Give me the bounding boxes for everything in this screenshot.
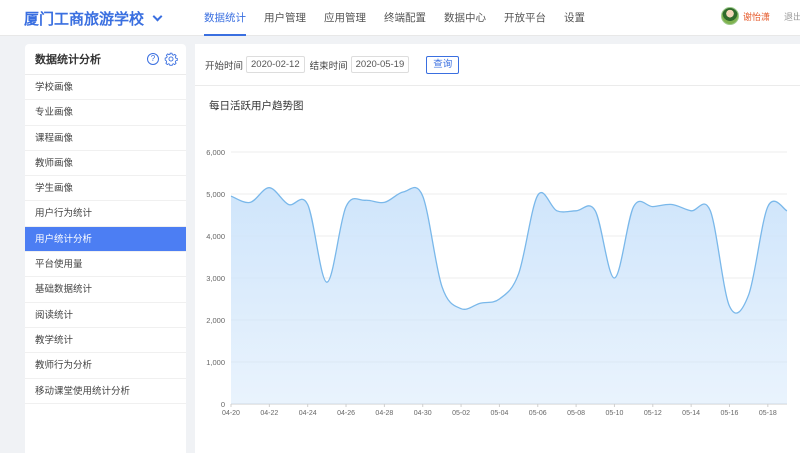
y-tick-label: 2,000	[206, 316, 225, 325]
x-tick-label: 04-30	[414, 410, 432, 417]
x-tick-label: 05-04	[490, 410, 508, 417]
sidebar-item-3[interactable]: 教师画像	[25, 151, 186, 177]
x-tick-label: 05-12	[644, 410, 662, 417]
sidebar-item-4[interactable]: 学生画像	[25, 176, 186, 202]
sidebar-item-6[interactable]: 用户统计分析	[25, 226, 186, 253]
sidebar-item-9[interactable]: 阅读统计	[25, 303, 186, 328]
nav-tab-1[interactable]: 用户管理	[256, 0, 314, 36]
x-tick-label: 04-24	[299, 410, 317, 417]
sidebar-header: 数据统计分析 ?	[25, 44, 186, 75]
x-tick-label: 05-10	[605, 410, 623, 417]
nav-tab-2[interactable]: 应用管理	[316, 0, 374, 36]
y-tick-label: 5,000	[206, 190, 225, 199]
sidebar-item-8[interactable]: 基础数据统计	[25, 277, 186, 303]
sidebar-item-1[interactable]: 专业画像	[25, 100, 186, 126]
daily-active-users-chart: 0 1,000 2,000 3,000 4,000 5,000 6,000 04-20 04-2…	[206, 148, 788, 417]
sidebar-item-7[interactable]: 平台使用量	[25, 252, 186, 278]
main-nav: 数据统计 用户管理 应用管理 终端配置 数据中心 开放平台 设置	[196, 0, 595, 36]
x-tick-label: 04-28	[375, 410, 393, 417]
nav-tab-3[interactable]: 终端配置	[376, 0, 434, 36]
x-tick-label: 04-26	[337, 410, 355, 417]
y-tick-label: 4,000	[206, 232, 225, 241]
user-area: 谢怡潇 退出	[720, 7, 800, 25]
sidebar-title: 数据统计分析	[35, 54, 101, 66]
nav-tab-0[interactable]: 数据统计	[196, 0, 254, 36]
chevron-down-icon	[152, 11, 163, 22]
y-tick-label: 6,000	[206, 148, 225, 157]
y-tick-label: 0	[221, 400, 225, 409]
sidebar-item-11[interactable]: 教师行为分析	[25, 353, 186, 379]
sidebar-item-10[interactable]: 教学统计	[25, 328, 186, 354]
x-tick-label: 05-18	[759, 410, 777, 417]
x-tick-label: 05-16	[721, 410, 739, 417]
brand-name: 厦门工商旅游学校	[24, 11, 145, 28]
y-tick-label: 1,000	[206, 358, 225, 367]
gear-icon[interactable]	[164, 52, 178, 66]
main-panel: 开始时间 2020-02-12 结束时间 2020-05-19 查询 每日活跃用…	[195, 44, 800, 453]
nav-tab-5[interactable]: 开放平台	[496, 0, 554, 36]
x-tick-label: 05-02	[452, 410, 470, 417]
nav-tab-4[interactable]: 数据中心	[436, 0, 494, 36]
x-tick-label: 05-08	[567, 410, 585, 417]
top-bar: 厦门工商旅游学校 数据统计 用户管理 应用管理 终端配置 数据中心 开放平台 设置 谢怡潇 …	[0, 0, 800, 36]
x-tick-label: 04-20	[222, 410, 240, 417]
sidebar-item-5[interactable]: 用户行为统计	[25, 201, 186, 227]
help-icon[interactable]: ?	[147, 53, 159, 65]
avatar[interactable]	[720, 7, 739, 25]
sidebar-menu: 学校画像 专业画像 课程画像 教师画像 学生画像 用户行为统计 用户统计分析 平台使用量 基础数…	[25, 75, 186, 404]
logout-link[interactable]: 退出	[784, 10, 800, 23]
sidebar-item-0[interactable]: 学校画像	[25, 75, 186, 101]
series-area	[231, 187, 787, 404]
school-switcher[interactable]: 厦门工商旅游学校	[24, 8, 163, 29]
sidebar-item-12[interactable]: 移动课堂使用统计分析	[25, 379, 186, 404]
sidebar: 数据统计分析 ? 学校画像 专业画像 课程画像 教师画像 学生画像 用户行为统计 用户统计分…	[25, 44, 186, 453]
nav-tab-6[interactable]: 设置	[556, 0, 593, 36]
x-tick-label: 04-22	[260, 410, 278, 417]
x-tick-label: 05-14	[682, 410, 700, 417]
user-name[interactable]: 谢怡潇	[743, 10, 770, 23]
y-tick-label: 3,000	[206, 274, 225, 283]
x-tick-label: 05-06	[529, 410, 547, 417]
sidebar-item-2[interactable]: 课程画像	[25, 126, 186, 151]
